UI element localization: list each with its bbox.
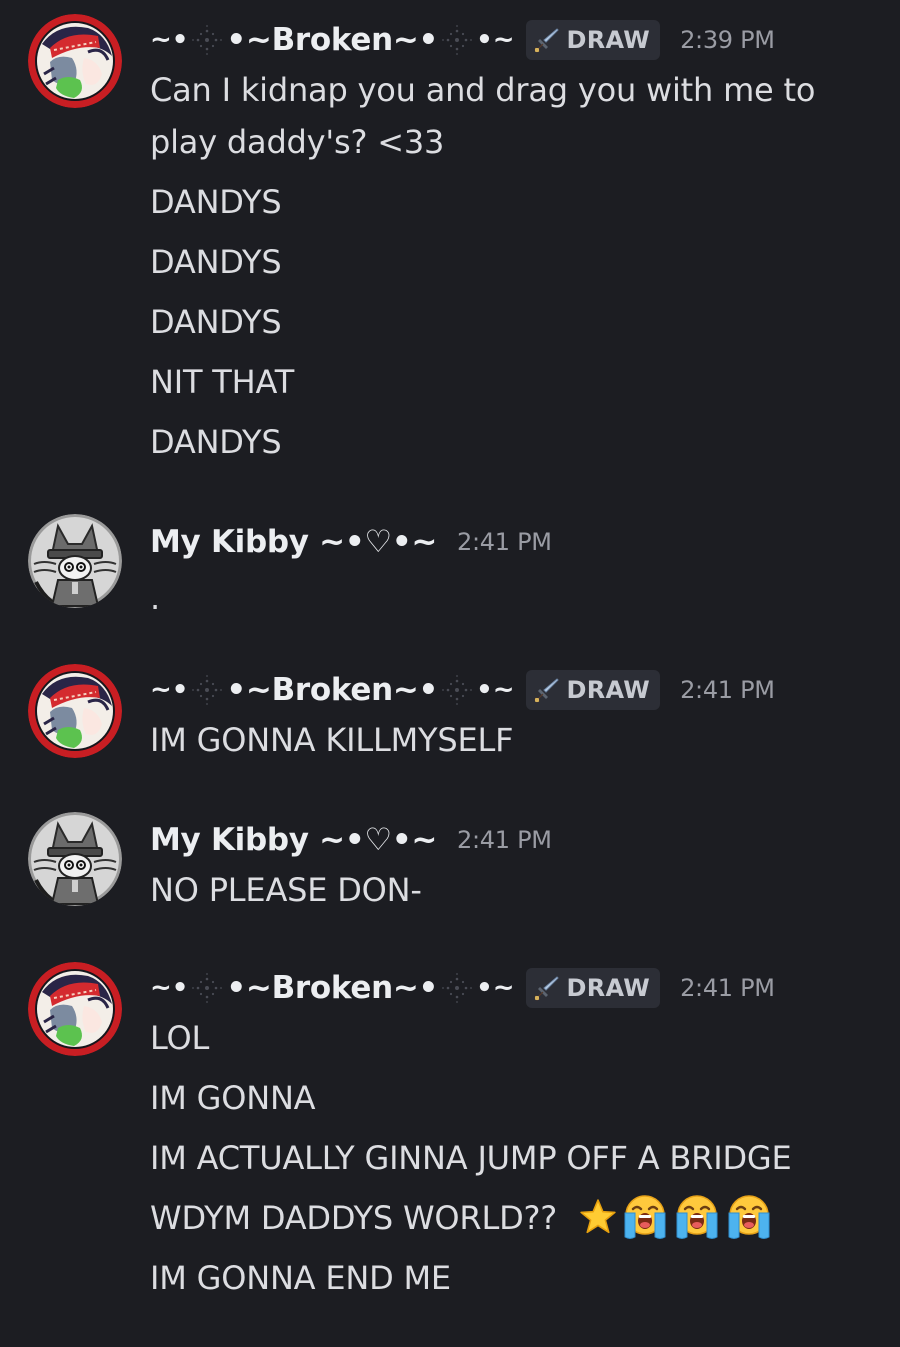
username: •~Broken~• [226, 22, 439, 58]
sparkle-icon [440, 23, 474, 57]
timestamp[interactable]: 2:41 PM [680, 974, 775, 1002]
broken-avatar-image [28, 14, 122, 108]
kibby-avatar-image [28, 514, 122, 608]
message-line: NO PLEASE DON- [150, 871, 422, 909]
username-prefix: ~• [150, 25, 189, 55]
sword-icon [534, 27, 560, 53]
message-line: IM GONNA END ME [150, 1259, 451, 1297]
username-wrapper[interactable]: ~• •~Broken~• •~ [150, 970, 514, 1006]
guild-tag[interactable]: DRAW [526, 20, 661, 60]
message-line: play daddy's? <33 [150, 123, 445, 161]
username: •~Broken~• [226, 672, 439, 708]
loudly-crying-emoji [725, 1193, 773, 1241]
message-line: DANDYS [150, 303, 282, 341]
message-line: IM GONNA [150, 1079, 316, 1117]
message-header: ~• •~Broken~• •~ DRAW 2:41 PM [150, 966, 775, 1010]
sparkle-icon [440, 673, 474, 707]
guild-tag-label: DRAW [566, 974, 651, 1002]
username-wrapper[interactable]: ~• •~Broken~• •~ [150, 22, 514, 58]
timestamp[interactable]: 2:41 PM [457, 826, 552, 854]
message-header: ~• •~Broken~• •~ DRAW 2:41 PM [150, 668, 775, 712]
sparkle-icon [190, 23, 224, 57]
message-text: WDYM DADDYS WORLD?? [150, 1199, 558, 1237]
message-line-with-emoji: WDYM DADDYS WORLD?? [150, 1198, 773, 1238]
timestamp[interactable]: 2:41 PM [457, 528, 552, 556]
guild-tag-label: DRAW [566, 676, 651, 704]
avatar[interactable] [28, 962, 122, 1056]
username-prefix: ~• [150, 973, 189, 1003]
sparkle-icon [190, 673, 224, 707]
message-line: IM ACTUALLY GINNA JUMP OFF A BRIDGE [150, 1139, 792, 1177]
username-prefix: ~• [150, 675, 189, 705]
sword-icon [534, 677, 560, 703]
broken-avatar-image [28, 664, 122, 758]
avatar[interactable] [28, 812, 122, 906]
message-line: DANDYS [150, 183, 282, 221]
guild-tag[interactable]: DRAW [526, 968, 661, 1008]
message-group: ~• •~Broken~• •~ DRAW 2:39 PM Can I kidn… [0, 0, 900, 480]
sparkle-icon [440, 971, 474, 1005]
broken-avatar-image [28, 962, 122, 1056]
username-suffix: •~ [476, 675, 515, 705]
kibby-avatar-image [28, 812, 122, 906]
message-header: ~• •~Broken~• •~ DRAW 2:39 PM [150, 18, 775, 62]
message-line: LOL [150, 1019, 210, 1057]
message-line: NIT THAT [150, 363, 295, 401]
loudly-crying-emoji [621, 1193, 669, 1241]
guild-tag-label: DRAW [566, 26, 651, 54]
username: •~Broken~• [226, 970, 439, 1006]
message-line: Can I kidnap you and drag you with me to [150, 71, 816, 109]
avatar[interactable] [28, 14, 122, 108]
username[interactable]: My Kibby ~•♡•~ [150, 524, 437, 560]
avatar[interactable] [28, 664, 122, 758]
message-line: DANDYS [150, 243, 282, 281]
message-header: My Kibby ~•♡•~ 2:41 PM [150, 818, 552, 862]
username-suffix: •~ [476, 973, 515, 1003]
timestamp[interactable]: 2:39 PM [680, 26, 775, 54]
loudly-crying-emoji [673, 1193, 721, 1241]
star-emoji [579, 1198, 617, 1236]
guild-tag[interactable]: DRAW [526, 670, 661, 710]
avatar[interactable] [28, 514, 122, 608]
message-line: . [150, 579, 160, 617]
username[interactable]: My Kibby ~•♡•~ [150, 822, 437, 858]
timestamp[interactable]: 2:41 PM [680, 676, 775, 704]
message-header: My Kibby ~•♡•~ 2:41 PM [150, 520, 552, 564]
message-line: DANDYS [150, 423, 282, 461]
username-wrapper[interactable]: ~• •~Broken~• •~ [150, 672, 514, 708]
sword-icon [534, 975, 560, 1001]
message-line: IM GONNA KILLMYSELF [150, 721, 514, 759]
username-suffix: •~ [476, 25, 515, 55]
sparkle-icon [190, 971, 224, 1005]
